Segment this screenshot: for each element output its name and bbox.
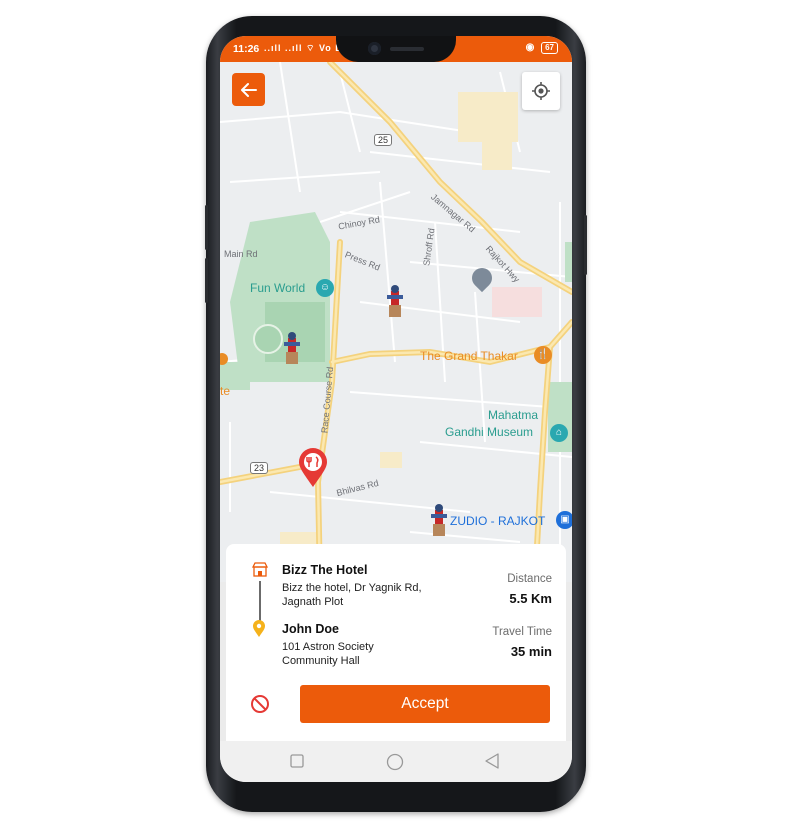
order-card: Bizz The Hotel Bizz the hotel, Dr Yagnik… <box>226 544 566 744</box>
drop-address: 101 Astron Society Community Hall <box>282 641 374 667</box>
rider-icon <box>387 285 403 317</box>
recent-apps-icon[interactable] <box>290 754 304 768</box>
rider-icon <box>284 332 300 364</box>
back-button[interactable] <box>232 73 265 106</box>
route-line <box>259 581 261 625</box>
crosshair-icon <box>532 82 550 100</box>
battery-indicator: 67 <box>541 42 558 54</box>
travel-time-value: 35 min <box>510 644 552 659</box>
poi-museum-line1: Mahatma <box>488 408 539 422</box>
eye-icon: ◉ <box>525 42 535 53</box>
route-shield: 23 <box>250 462 269 474</box>
museum-icon: ⌂ <box>550 424 568 442</box>
map-view[interactable]: Main Rd Chinoy Rd Press Rd Shroff Rd Jam… <box>220 62 572 582</box>
status-right: ◉ 67 <box>526 42 558 54</box>
location-pin-icon <box>253 620 265 637</box>
system-nav-bar <box>220 741 572 782</box>
restaurant-pin-icon[interactable] <box>298 448 328 488</box>
map-canvas <box>220 62 572 582</box>
status-time: 11:26 <box>233 43 260 55</box>
camera-notch <box>336 36 456 62</box>
back-nav-icon[interactable] <box>484 753 500 769</box>
volume-down-button <box>205 258 208 303</box>
reject-button[interactable] <box>250 694 270 714</box>
home-icon[interactable] <box>386 753 404 771</box>
distance-value: 5.5 Km <box>509 591 552 606</box>
my-location-button[interactable] <box>522 72 560 110</box>
accept-button[interactable]: Accept <box>300 685 550 723</box>
drop-name: John Doe <box>282 622 339 636</box>
power-button <box>584 215 587 275</box>
block-icon <box>251 695 269 713</box>
arrow-left-icon <box>240 82 257 97</box>
rider-icon <box>431 504 447 536</box>
poi-grand-thakar: The Grand Thakar <box>420 349 518 363</box>
poi-fun-world: Fun World <box>250 281 306 295</box>
travel-time-label: Travel Time <box>492 626 552 638</box>
volume-up-button <box>205 205 208 250</box>
phone-screen: Main Rd Chinoy Rd Press Rd Shroff Rd Jam… <box>220 36 572 782</box>
distance-label: Distance <box>507 573 552 585</box>
pickup-name: Bizz The Hotel <box>282 563 368 577</box>
poi-museum-line2: Gandhi Museum <box>445 425 534 439</box>
route-shield: 25 <box>374 134 393 146</box>
shopping-icon: ▣ <box>556 511 572 529</box>
attraction-icon: ☺ <box>316 279 334 297</box>
store-icon <box>251 562 269 577</box>
poi-zudio: ZUDIO - RAJKOT <box>450 514 546 528</box>
road-label: Main Rd <box>224 249 258 259</box>
poi-partial: te <box>220 384 231 398</box>
restaurant-icon: 🍴 <box>534 346 552 364</box>
pickup-address: Bizz the hotel, Dr Yagnik Rd, Jagnath Pl… <box>282 582 422 608</box>
